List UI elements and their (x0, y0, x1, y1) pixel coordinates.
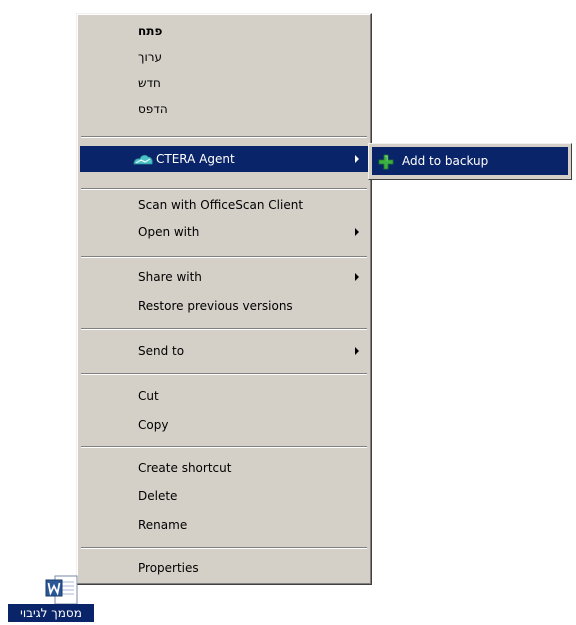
desktop-file-label[interactable]: מסמך לגיבוי (8, 604, 94, 622)
menu-item-print[interactable]: הדפס (80, 96, 368, 122)
menu-item-label: Delete (138, 489, 178, 503)
menu-item-label: Open with (138, 225, 200, 239)
menu-item-share-with[interactable]: Share with (80, 264, 368, 290)
menu-item-label: Create shortcut (138, 461, 232, 475)
menu-item-send-to[interactable]: Send to (80, 338, 368, 364)
menu-item-label: פתח (138, 24, 163, 38)
menu-item-copy[interactable]: Copy (80, 412, 368, 438)
menu-item-new[interactable]: חדש (80, 70, 368, 96)
menu-item-label: הדפס (138, 102, 168, 116)
menu-separator (81, 188, 367, 190)
submenu-item-label: Add to backup (402, 154, 489, 168)
menu-item-label: חדש (138, 76, 161, 90)
menu-separator (81, 256, 367, 258)
word-document-icon[interactable] (45, 574, 79, 606)
menu-item-open-with[interactable]: Open with (80, 219, 368, 245)
menu-item-edit[interactable]: ערוך (80, 44, 368, 70)
menu-item-label: Cut (138, 389, 159, 403)
plus-icon (378, 154, 394, 170)
menu-separator (81, 136, 367, 138)
menu-item-label: Scan with OfficeScan Client (138, 198, 304, 212)
menu-separator (81, 328, 367, 330)
ctera-submenu: Add to backup (368, 143, 572, 180)
menu-item-create-shortcut[interactable]: Create shortcut (80, 455, 368, 481)
context-menu: פתח ערוך חדש הדפס CTERA Agent Scan with … (76, 13, 372, 585)
submenu-arrow-icon (355, 228, 359, 236)
menu-separator (81, 547, 367, 549)
menu-item-rename[interactable]: Rename (80, 512, 368, 538)
menu-separator (81, 373, 367, 375)
ctera-cloud-icon (133, 154, 153, 164)
menu-item-restore-previous-versions[interactable]: Restore previous versions (80, 293, 368, 319)
menu-item-properties[interactable]: Properties (80, 555, 368, 581)
submenu-arrow-icon (355, 347, 359, 355)
menu-item-label: ערוך (138, 50, 162, 64)
menu-item-ctera-agent[interactable]: CTERA Agent (80, 146, 368, 172)
menu-item-label: CTERA Agent (156, 152, 235, 166)
menu-item-label: Properties (138, 561, 199, 575)
submenu-arrow-icon (355, 273, 359, 281)
submenu-arrow-icon (355, 155, 359, 163)
menu-item-label: Restore previous versions (138, 299, 293, 313)
menu-item-label: Rename (138, 518, 188, 532)
menu-item-label: Copy (138, 418, 169, 432)
menu-item-cut[interactable]: Cut (80, 383, 368, 409)
menu-item-label: Share with (138, 270, 202, 284)
submenu-item-add-to-backup[interactable]: Add to backup (372, 147, 568, 175)
menu-item-label: Send to (138, 344, 185, 358)
menu-item-scan-officescan[interactable]: Scan with OfficeScan Client (80, 192, 368, 218)
menu-item-delete[interactable]: Delete (80, 483, 368, 509)
menu-separator (81, 446, 367, 448)
menu-item-open[interactable]: פתח (80, 18, 368, 44)
